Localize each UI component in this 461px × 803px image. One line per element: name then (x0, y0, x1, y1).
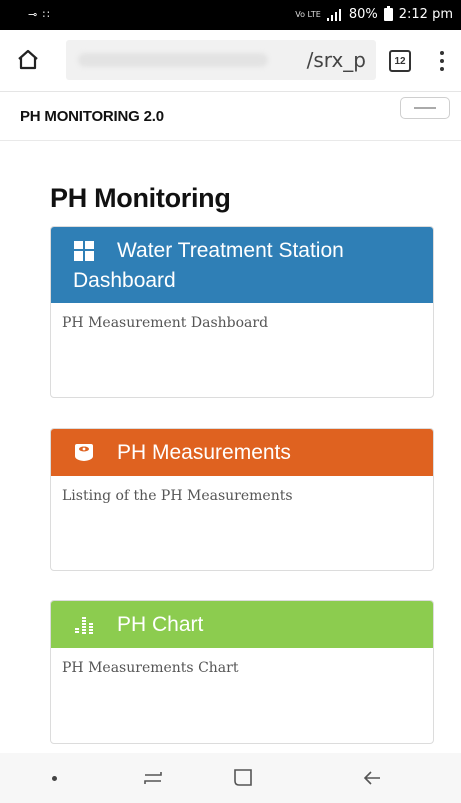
card-title: PH Chart (117, 612, 204, 636)
card-header[interactable]: PH Chart (51, 601, 433, 648)
dashboard-grid-icon (73, 240, 95, 262)
tabs-button[interactable]: 12 (385, 47, 415, 75)
recent-apps-icon[interactable] (140, 767, 166, 789)
brand-link[interactable]: PH MONITORING 2.0 (20, 108, 164, 125)
card-header[interactable]: PH Measurements (51, 429, 433, 476)
address-bar[interactable]: /srx_p (66, 40, 376, 80)
home-key-icon[interactable] (233, 768, 253, 787)
card-header[interactable]: Water Treatment Station Dashboard (51, 227, 433, 303)
network-type: Vo LTE (295, 9, 321, 19)
app-navbar: PH MONITORING 2.0 (0, 93, 461, 141)
clock: 2:12 pm (398, 7, 453, 22)
home-button[interactable] (12, 44, 44, 76)
card-description: PH Measurements Chart (62, 660, 239, 676)
back-arrow-icon[interactable] (362, 767, 382, 789)
card-chart[interactable]: PH Chart PH Measurements Chart (50, 600, 434, 744)
card-title: PH Measurements (117, 440, 291, 464)
status-right: Vo LTE 80% 2:12 pm (295, 6, 453, 22)
indicator-dot-icon (52, 776, 57, 781)
card-title-continued: Dashboard (73, 269, 176, 292)
monitor-icon (73, 442, 95, 464)
status-bar: ⊸ ∷ Vo LTE 80% 2:12 pm (0, 0, 461, 30)
address-text: /srx_p (306, 48, 366, 72)
battery-icon (383, 6, 393, 21)
home-icon (18, 49, 38, 70)
tab-count: 12 (389, 50, 411, 72)
card-dashboard[interactable]: Water Treatment Station Dashboard PH Mea… (50, 226, 434, 398)
page-title: PH Monitoring (50, 183, 231, 213)
hamburger-icon (414, 107, 436, 109)
address-redacted (78, 53, 268, 67)
card-description: Listing of the PH Measurements (62, 488, 293, 504)
battery-percent: 80% (348, 7, 378, 22)
browser-toolbar: /srx_p 12 (0, 30, 461, 92)
navbar-toggle-button[interactable] (400, 97, 450, 119)
overflow-menu-icon[interactable] (432, 47, 452, 75)
bar-chart-icon (73, 614, 95, 636)
status-left-icons: ⊸ ∷ (28, 8, 51, 21)
card-measurements[interactable]: PH Measurements Listing of the PH Measur… (50, 428, 434, 571)
system-navigation-bar (0, 753, 461, 803)
signal-icon (326, 8, 343, 21)
card-title: Water Treatment Station (117, 239, 344, 262)
card-description: PH Measurement Dashboard (62, 315, 269, 331)
